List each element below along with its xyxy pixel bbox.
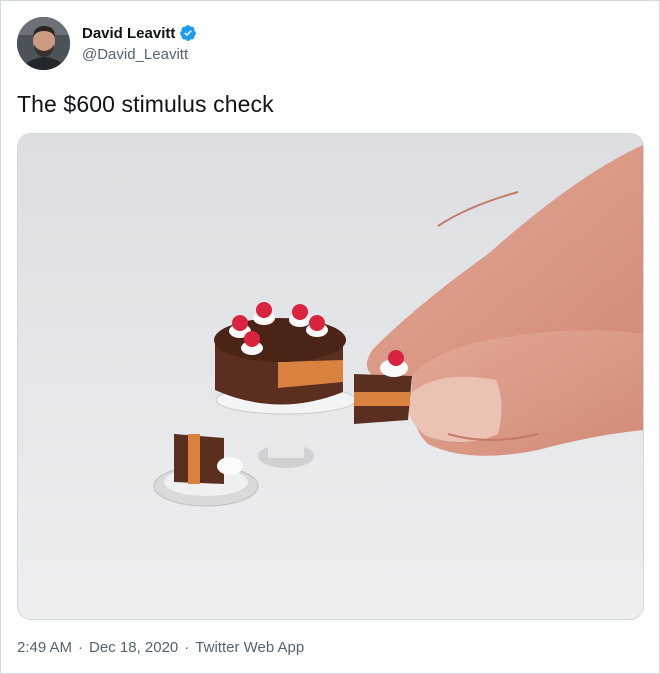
- tweet-date[interactable]: Dec 18, 2020: [89, 639, 178, 656]
- display-name[interactable]: David Leavitt: [82, 25, 175, 42]
- author-handle[interactable]: @David_Leavitt: [82, 46, 197, 63]
- verified-badge-icon: [180, 25, 197, 41]
- tweet-text: The $600 stimulus check: [17, 91, 274, 117]
- meta-separator: ·: [78, 639, 84, 656]
- avatar-photo-icon: [17, 17, 70, 70]
- tweet-media[interactable]: [17, 133, 644, 620]
- meta-separator-2: ·: [184, 639, 190, 656]
- author-names: David Leavitt @David_Leavitt: [82, 24, 197, 63]
- tweet-source[interactable]: Twitter Web App: [195, 639, 304, 656]
- tweet-header: David Leavitt @David_Leavitt: [17, 17, 197, 70]
- name-row: David Leavitt: [82, 24, 197, 42]
- tweet-card: David Leavitt @David_Leavitt The $600 st…: [0, 0, 660, 674]
- photo-miniature-cake-icon: [18, 134, 643, 619]
- tweet-meta: 2:49 AM · Dec 18, 2020 · Twitter Web App: [17, 639, 304, 656]
- avatar[interactable]: [17, 17, 70, 70]
- tweet-time[interactable]: 2:49 AM: [17, 639, 72, 656]
